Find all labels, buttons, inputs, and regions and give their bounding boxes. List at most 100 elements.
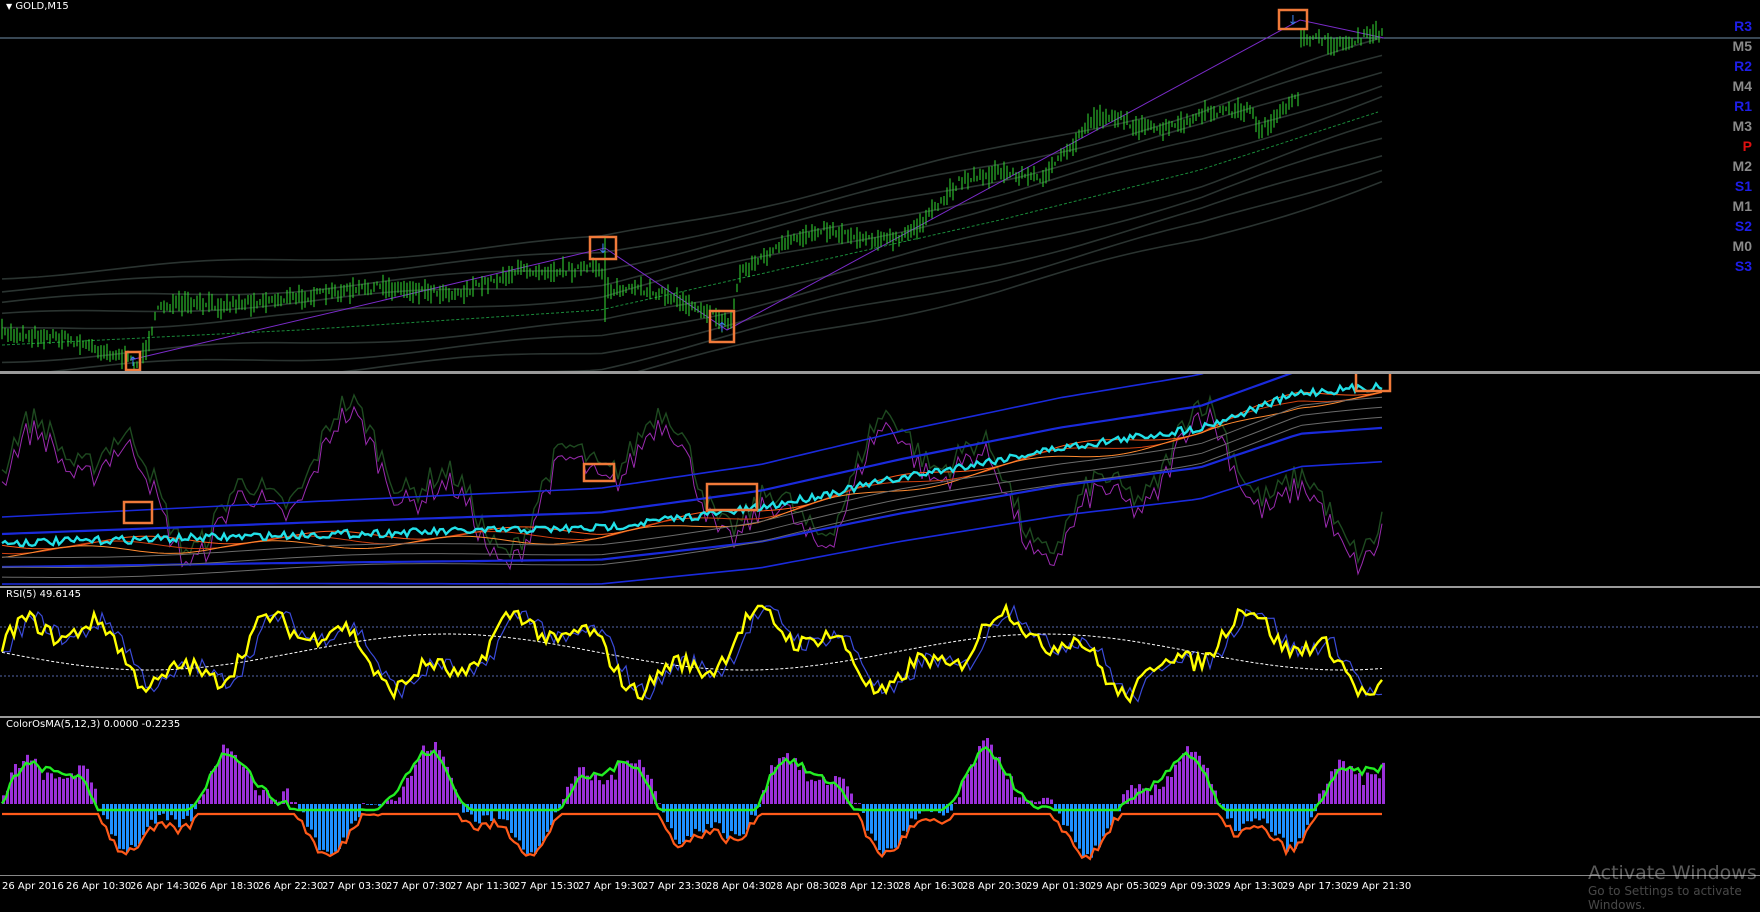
time-tick: 29 Apr 13:30 <box>1218 881 1283 892</box>
osma-bar-positive <box>82 766 85 804</box>
osma-bar-negative <box>490 804 493 821</box>
osma-bar-positive <box>414 765 417 804</box>
osma-bar-positive <box>1178 761 1181 804</box>
osma-bar-negative <box>1250 804 1253 821</box>
osma-bar-positive <box>1002 771 1005 804</box>
osma-bar-positive <box>1350 766 1353 804</box>
osma-bar-negative <box>150 804 153 820</box>
osma-bar-negative <box>1242 804 1245 824</box>
price-chart-canvas: ↑↓↑↓ <box>0 0 1760 371</box>
osma-bar-positive <box>1190 752 1193 804</box>
pivot-level-m1: M1 <box>1733 198 1752 214</box>
price-chart-pane[interactable]: ↑↓↑↓ ▼ GOLD,M15 R3M5R2M4R1M3PM2S1M1S2M0S… <box>0 0 1760 371</box>
osma-bar-positive <box>246 770 249 804</box>
osma-bar-negative <box>182 804 185 819</box>
pivot-level-m4: M4 <box>1733 78 1752 94</box>
time-tick: 27 Apr 03:30 <box>322 881 387 892</box>
osma-bar-negative <box>1062 804 1065 825</box>
time-tick: 28 Apr 04:30 <box>706 881 771 892</box>
osma-bar-positive <box>50 773 53 804</box>
symbol-label[interactable]: ▼ GOLD,M15 <box>6 1 69 12</box>
osma-bar-negative <box>738 804 741 836</box>
bands-indicator-pane[interactable] <box>0 374 1760 586</box>
cyan-price-line <box>2 384 1382 546</box>
osma-bar-positive <box>214 766 217 804</box>
osma-bar-negative <box>714 804 717 822</box>
time-tick: 29 Apr 01:30 <box>1026 881 1091 892</box>
osma-bar-positive <box>630 763 633 804</box>
rsi-label: RSI(5) 49.6145 <box>6 589 81 600</box>
osma-bar-negative <box>174 804 177 819</box>
osma-bar-positive <box>850 794 853 804</box>
osma-bar-positive <box>410 776 413 804</box>
osma-bar-positive <box>62 779 65 804</box>
osma-bar-positive <box>390 800 393 804</box>
time-tick: 29 Apr 17:30 <box>1282 881 1347 892</box>
osma-bar-negative <box>1058 804 1061 814</box>
osma-bar-negative <box>1274 804 1277 835</box>
osma-bar-negative <box>114 804 117 836</box>
chevron-down-icon[interactable]: ▼ <box>6 2 12 11</box>
osma-bar-negative <box>370 804 373 805</box>
osma-bar-negative <box>730 804 733 831</box>
osma-bar-positive <box>646 775 649 804</box>
osma-bar-positive <box>958 797 961 804</box>
osma-histogram <box>2 738 1385 858</box>
rsi-pane[interactable]: RSI(5) 49.6145 <box>0 588 1760 716</box>
osma-bar-positive <box>1018 797 1021 804</box>
osma-bar-negative <box>1234 804 1237 831</box>
osma-bar-positive <box>642 767 645 804</box>
osma-bar-positive <box>1182 753 1185 804</box>
osma-bar-negative <box>734 804 737 834</box>
osma-pane[interactable]: ColorOsMA(5,12,3) 0.0000 -0.2235 <box>0 718 1760 875</box>
zigzag-line <box>130 20 1384 360</box>
osma-bar-positive <box>1034 802 1037 804</box>
osma-bar-negative <box>870 804 873 834</box>
osma-bar-positive <box>1174 765 1177 804</box>
osma-bar-positive <box>234 755 237 804</box>
osma-bar-positive <box>294 802 297 804</box>
osma-bar-negative <box>1238 804 1241 831</box>
osma-bar-negative <box>306 804 309 827</box>
pivot-level-s2: S2 <box>1735 218 1752 234</box>
osma-bar-positive <box>362 803 365 804</box>
osma-bar-positive <box>790 763 793 804</box>
osma-bar-negative <box>1278 804 1281 834</box>
osma-bar-negative <box>106 804 109 819</box>
osma-bar-positive <box>430 750 433 804</box>
osma-bar-positive <box>46 773 49 804</box>
rsi-canvas <box>0 588 1760 716</box>
arrow-up-icon: ↑ <box>128 355 139 370</box>
time-tick: 26 Apr 2016 <box>2 881 64 892</box>
time-tick: 27 Apr 07:30 <box>386 881 451 892</box>
osma-bar-positive <box>858 803 861 804</box>
osma-bar-positive <box>58 777 61 804</box>
osma-canvas <box>0 718 1760 875</box>
osma-bar-negative <box>1258 804 1261 820</box>
osma-bar-positive <box>830 782 833 804</box>
osma-bar-positive <box>1358 773 1361 804</box>
osma-bar-positive <box>1370 774 1373 804</box>
osma-bar-negative <box>718 804 721 823</box>
osma-bar-negative <box>670 804 673 828</box>
osma-bar-positive <box>814 781 817 804</box>
osma-bar-negative <box>502 804 505 819</box>
osma-bar-positive <box>402 787 405 804</box>
osma-bar-negative <box>882 804 885 855</box>
time-tick: 26 Apr 14:30 <box>130 881 195 892</box>
osma-bar-negative <box>1114 804 1117 809</box>
osma-bar-positive <box>798 770 801 804</box>
osma-bar-positive <box>966 774 969 804</box>
gray-band-line <box>2 397 1382 557</box>
osma-bar-positive <box>1346 768 1349 804</box>
time-tick: 27 Apr 11:30 <box>450 881 515 892</box>
osma-bar-positive <box>806 781 809 804</box>
time-tick: 28 Apr 16:30 <box>898 881 963 892</box>
osma-bar-negative <box>710 804 713 828</box>
osma-bar-positive <box>290 802 293 804</box>
osma-bar-negative <box>706 804 709 824</box>
osma-bar-negative <box>1266 804 1269 823</box>
osma-bar-negative <box>510 804 513 833</box>
time-tick: 26 Apr 18:30 <box>194 881 259 892</box>
pivot-level-r1: R1 <box>1734 98 1752 114</box>
